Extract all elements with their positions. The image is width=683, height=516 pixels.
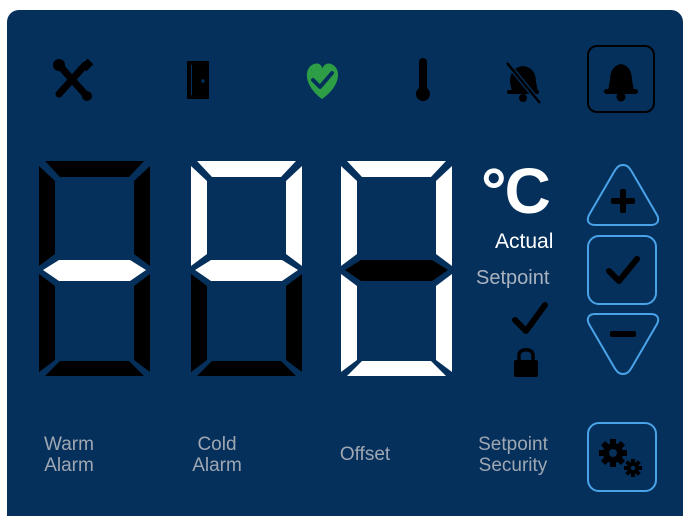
warm-alarm-line1: Warm (44, 434, 94, 455)
cold-alarm-line2: Alarm (192, 455, 242, 476)
cold-alarm-line1: Cold (197, 434, 237, 455)
settings-gears-icon (599, 439, 642, 477)
minus-icon (610, 331, 636, 337)
controller-panel: °C Actual Setpoint Warm Alarm Cold Alarm… (7, 10, 683, 516)
warm-alarm-line2: Alarm (44, 455, 94, 476)
decrease-button-shape (586, 313, 660, 376)
setpoint-security-label[interactable]: Setpoint Security (465, 434, 561, 476)
decrease-button[interactable] (7, 10, 683, 390)
warm-alarm-label[interactable]: Warm Alarm (27, 434, 111, 476)
setpoint-security-line2: Security (478, 455, 548, 476)
offset-label[interactable]: Offset (323, 444, 407, 465)
offset-line1: Offset (339, 444, 391, 465)
setpoint-security-line1: Setpoint (478, 434, 548, 455)
cold-alarm-label[interactable]: Cold Alarm (175, 434, 259, 476)
settings-button[interactable] (587, 422, 657, 492)
